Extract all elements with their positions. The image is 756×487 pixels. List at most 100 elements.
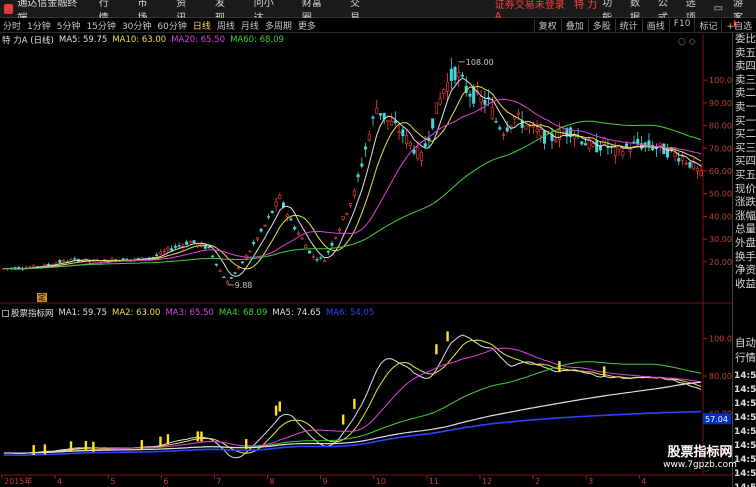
ind-ma1-line xyxy=(3,334,702,459)
candle-body xyxy=(688,161,692,168)
y-tick-label: 60.00 xyxy=(709,167,732,176)
x-tick-label: 11 xyxy=(429,477,439,486)
x-tick-label: 7 xyxy=(216,477,221,486)
candle-body xyxy=(166,247,170,251)
main-legend: 特 力A (日线) MA5: 59.75 MA10: 63.00 MA20: 6… xyxy=(2,34,289,46)
candle-body xyxy=(110,258,114,261)
candle-body xyxy=(177,245,181,247)
candle-body xyxy=(490,107,494,120)
side-item-auto[interactable]: 自动 xyxy=(733,336,756,351)
candle-body xyxy=(229,277,233,279)
y-tick-label: 20.00 xyxy=(709,258,732,267)
x-tick-label: 6 xyxy=(163,477,168,486)
candle-body xyxy=(233,272,237,274)
legend-ind-ma2: MA2: 63.00 xyxy=(111,308,161,318)
candle-body xyxy=(587,139,591,149)
legend-ind-ma1: MA1: 59.75 xyxy=(58,308,107,318)
side-item: 外盘 xyxy=(735,236,756,249)
candle-body xyxy=(643,142,647,146)
candle-body xyxy=(442,89,446,94)
candle-body xyxy=(613,147,617,156)
candle-body xyxy=(364,146,368,150)
candle-body xyxy=(304,245,308,248)
candle-body xyxy=(188,241,192,244)
candle-body xyxy=(330,242,334,246)
candle-body xyxy=(170,248,174,251)
side-item-auto[interactable]: 行情 xyxy=(733,351,756,366)
candle-body xyxy=(162,250,166,253)
candle-body xyxy=(673,152,677,158)
side-item: 买二 xyxy=(735,128,756,141)
candle-body xyxy=(479,96,483,103)
indicator-name[interactable]: 股票指标网 xyxy=(11,307,54,319)
candle-body xyxy=(427,137,431,140)
watermark-url: www.7gpzb.com xyxy=(663,460,737,470)
tick-time: 14:50 xyxy=(733,481,756,487)
candle-body xyxy=(192,240,196,244)
candle-body xyxy=(453,66,457,81)
signal-bar xyxy=(196,431,199,442)
quote-side-panel: 委比 卖五 卖四 卖三 卖二 卖一 买一 买二 买三 买四 买五 现价 涨跌 涨幅 总量 外盘 换手 净资 收益 自… xyxy=(732,33,756,487)
kline-chart[interactable]: 20.00 30.00 40.00 50.00 60.00 70.00 80.00 90.00… xyxy=(0,0,732,487)
candle-body xyxy=(300,238,304,240)
candle-body xyxy=(136,258,140,260)
candle-body xyxy=(602,138,606,145)
tick-time: 14:50 xyxy=(734,385,756,395)
candle-body xyxy=(472,87,476,104)
candle-body xyxy=(181,244,185,247)
candle-body xyxy=(203,245,207,249)
pane-control-icon: ○ ◇ xyxy=(678,37,696,47)
candle-body xyxy=(274,201,278,207)
legend-ma5: MA5: 59.75 xyxy=(58,35,108,45)
candle-body xyxy=(401,129,405,137)
candle-body xyxy=(595,140,599,153)
watermark: 股票指标网 www.7gpzb.com xyxy=(660,441,740,470)
candle-body xyxy=(211,255,215,258)
candle-body xyxy=(680,156,685,161)
candle-body xyxy=(658,142,662,146)
ma10-line xyxy=(3,85,702,270)
ind-ma4-line xyxy=(3,361,702,454)
ma5-line xyxy=(3,77,702,277)
signal-bar xyxy=(69,441,73,452)
candle-body xyxy=(580,141,584,145)
tick-time: 14:50 xyxy=(734,413,756,423)
y-tick-label: 100.00 xyxy=(709,76,732,85)
candle-body xyxy=(419,151,423,161)
signal-bar xyxy=(274,405,278,416)
candle-body xyxy=(677,158,681,162)
candle-body xyxy=(218,270,222,272)
candle-body xyxy=(460,74,465,77)
candle-body xyxy=(483,100,487,105)
candle-body xyxy=(554,139,558,142)
candle-body xyxy=(468,93,472,97)
ind-ma3-line xyxy=(3,347,702,454)
candle-body xyxy=(524,125,528,130)
x-tick-label: 2 xyxy=(535,477,540,486)
candle-body xyxy=(289,218,293,221)
candle-body xyxy=(214,263,218,266)
candle-body xyxy=(505,127,509,132)
side-item: 买一 xyxy=(735,114,756,127)
candle-body xyxy=(311,256,315,258)
candle-body xyxy=(222,276,226,279)
signal-bar xyxy=(200,431,203,442)
x-tick-label: 9 xyxy=(323,477,328,486)
candle-body xyxy=(666,147,670,158)
candle-body xyxy=(296,232,300,235)
candle-body xyxy=(207,246,211,249)
candle-body xyxy=(584,143,588,146)
candle-body xyxy=(449,68,453,81)
legend-ind-ma3: MA3: 65.50 xyxy=(165,308,214,318)
indicator-toggle-icon[interactable] xyxy=(2,309,9,317)
candle-body xyxy=(248,250,252,253)
candle-body xyxy=(632,141,636,143)
candle-body xyxy=(337,229,341,231)
side-item: 总量 xyxy=(735,223,756,236)
candle-body xyxy=(356,174,360,178)
side-item: 卖一 xyxy=(735,100,756,113)
candle-body xyxy=(323,260,327,262)
candle-body xyxy=(345,213,349,215)
candle-body xyxy=(494,121,498,123)
y-tick-label: 50.00 xyxy=(709,190,732,199)
